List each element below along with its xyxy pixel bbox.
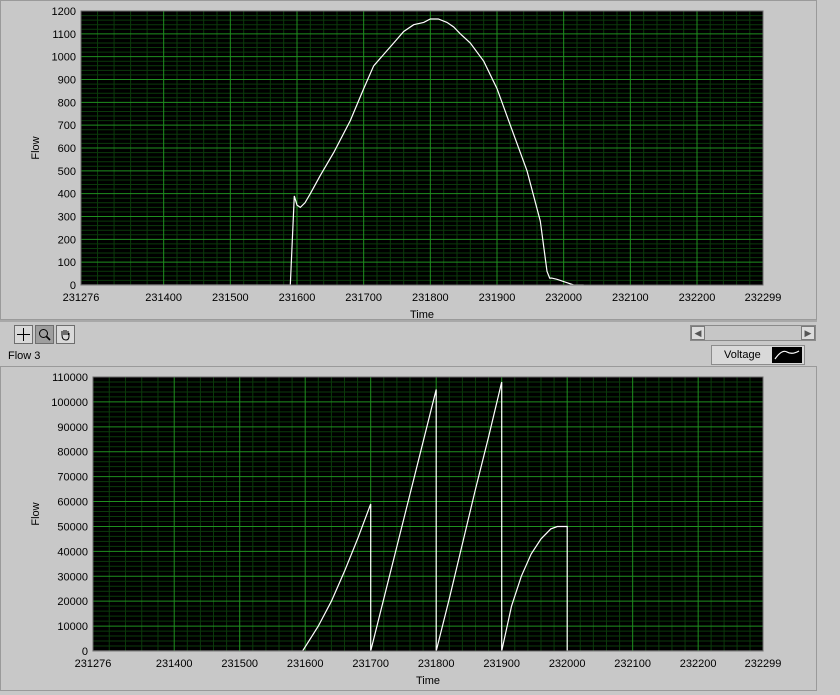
- x-tick-label: 232100: [614, 658, 651, 670]
- y-tick-label: 800: [58, 97, 76, 109]
- x-tick-label: 231600: [287, 658, 324, 670]
- line-plot-icon: [772, 347, 802, 363]
- y-tick-label: 0: [70, 280, 76, 292]
- y-tick-label: 1100: [52, 29, 76, 41]
- panel-divider: [0, 320, 817, 322]
- x-tick-label: 232000: [545, 292, 582, 304]
- y-tick-label: 1000: [52, 52, 76, 64]
- y-axis-label: Flow: [30, 502, 42, 525]
- y-tick-label: 600: [58, 143, 76, 155]
- scroll-right-icon[interactable]: ▶: [801, 326, 815, 340]
- y-tick-label: 80000: [57, 447, 88, 459]
- x-tick-label: 232200: [680, 658, 717, 670]
- y-tick-label: 90000: [57, 422, 88, 434]
- x-tick-label: 231500: [221, 658, 258, 670]
- y-tick-label: 900: [58, 75, 76, 87]
- graph-palette: [14, 325, 75, 345]
- x-tick-label: 231600: [279, 292, 316, 304]
- plot-legend[interactable]: Voltage: [711, 345, 805, 365]
- x-tick-label: 231400: [145, 292, 182, 304]
- y-tick-label: 700: [58, 120, 76, 132]
- x-axis-label: Time: [416, 675, 440, 687]
- horizontal-scrollbar[interactable]: ◀ ▶: [690, 325, 816, 341]
- x-tick-label: 232299: [745, 292, 782, 304]
- y-axis-label: Flow: [30, 136, 42, 159]
- scroll-track[interactable]: [705, 326, 801, 340]
- x-tick-label: 231400: [156, 658, 193, 670]
- y-tick-label: 60000: [57, 497, 88, 509]
- cursor-crosshair-icon[interactable]: [14, 325, 33, 344]
- x-tick-label: 232000: [549, 658, 586, 670]
- y-tick-label: 10000: [57, 621, 88, 633]
- x-tick-label: 231800: [418, 658, 455, 670]
- x-axis-label: Time: [410, 309, 434, 319]
- x-tick-label: 231276: [63, 292, 100, 304]
- x-tick-label: 231800: [412, 292, 449, 304]
- plot-label: Flow 3: [8, 350, 41, 362]
- y-tick-label: 100: [58, 257, 76, 269]
- top-graph-panel: 231276 231400 231500 231600 231700 231800 2319…: [0, 0, 817, 321]
- bottom-graph-panel: 231276 231400 231500 231600 231700 231800 2319…: [0, 366, 817, 691]
- y-tick-label: 50000: [57, 521, 88, 533]
- y-tick-label: 0: [82, 646, 88, 658]
- legend-label: Voltage: [724, 349, 761, 361]
- y-tick-label: 40000: [57, 546, 88, 558]
- y-tick-label: 110000: [52, 372, 88, 384]
- x-tick-label: 231900: [483, 658, 520, 670]
- x-tick-label: 231900: [479, 292, 516, 304]
- y-tick-label: 1200: [52, 6, 76, 18]
- y-tick-label: 500: [58, 166, 76, 178]
- y-tick-label: 70000: [57, 472, 88, 484]
- x-tick-label: 231276: [75, 658, 112, 670]
- y-tick-label: 20000: [57, 596, 88, 608]
- zoom-icon[interactable]: [35, 325, 54, 344]
- x-tick-label: 232299: [745, 658, 782, 670]
- x-tick-label: 231500: [212, 292, 249, 304]
- y-tick-label: 100000: [51, 397, 88, 409]
- y-tick-label: 200: [58, 234, 76, 246]
- bottom-waveform-chart[interactable]: 231276 231400 231500 231600 231700 231800 2319…: [1, 367, 816, 690]
- y-tick-label: 400: [58, 189, 76, 201]
- x-tick-label: 232200: [679, 292, 716, 304]
- x-tick-label: 231700: [352, 658, 389, 670]
- top-waveform-chart[interactable]: 231276 231400 231500 231600 231700 231800 2319…: [1, 1, 816, 321]
- plot-area: [93, 377, 763, 651]
- x-tick-label: 232100: [612, 292, 649, 304]
- scroll-left-icon[interactable]: ◀: [691, 326, 705, 340]
- x-tick-label: 231700: [345, 292, 382, 304]
- y-tick-label: 300: [58, 212, 76, 224]
- pan-hand-icon[interactable]: [56, 325, 75, 344]
- y-tick-label: 30000: [57, 571, 88, 583]
